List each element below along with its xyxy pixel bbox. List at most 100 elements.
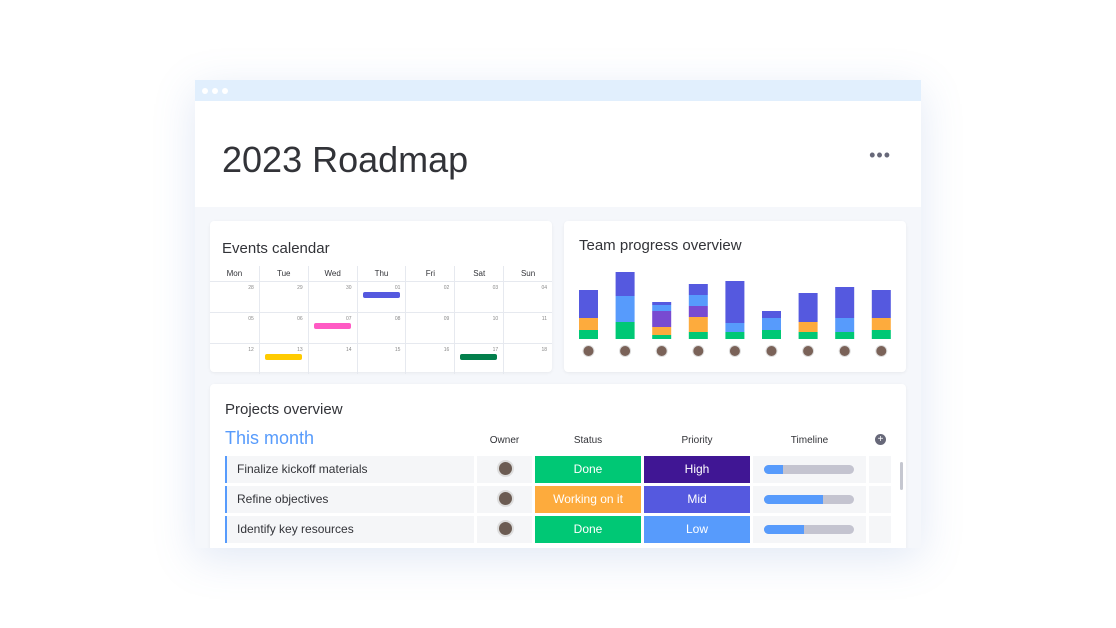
calendar-day-cell[interactable]: 13 bbox=[258, 343, 308, 374]
bar-segment[interactable] bbox=[871, 290, 891, 318]
calendar-day-cell[interactable]: 14 bbox=[307, 343, 357, 374]
calendar-event[interactable] bbox=[460, 354, 498, 360]
timeline-bar bbox=[764, 465, 854, 474]
column-header-priority[interactable]: Priority bbox=[644, 435, 750, 446]
calendar-day-cell[interactable]: 16 bbox=[405, 343, 455, 374]
date-number: 10 bbox=[492, 316, 499, 322]
bar-segment[interactable] bbox=[835, 318, 855, 332]
avatar[interactable] bbox=[875, 345, 888, 357]
bar-segment[interactable] bbox=[798, 332, 818, 339]
calendar-day-cell[interactable]: 06 bbox=[258, 312, 308, 343]
events-calendar-widget: Events calendar Mon Tue Wed Thu Fri Sat Sun 28 2… bbox=[210, 221, 552, 374]
status-cell[interactable]: Done bbox=[535, 456, 641, 483]
bar-segment[interactable] bbox=[725, 281, 745, 323]
add-column-icon[interactable]: + bbox=[875, 434, 886, 445]
bar-segment[interactable] bbox=[871, 318, 891, 330]
bar-segment[interactable] bbox=[579, 318, 598, 330]
calendar-day-cell[interactable]: 03 bbox=[454, 281, 504, 312]
avatar[interactable] bbox=[765, 345, 778, 357]
bar-segment[interactable] bbox=[798, 293, 818, 322]
column-header-status[interactable]: Status bbox=[535, 435, 641, 446]
calendar-event[interactable] bbox=[264, 354, 302, 360]
bar-segment[interactable] bbox=[798, 322, 818, 332]
status-cell[interactable]: Working on it bbox=[535, 486, 641, 513]
bar-segment[interactable] bbox=[762, 330, 781, 339]
priority-cell[interactable]: Mid bbox=[644, 486, 750, 513]
bar-segment[interactable] bbox=[835, 287, 855, 318]
avatar[interactable] bbox=[838, 345, 851, 357]
calendar-day-cell[interactable]: 18 bbox=[503, 343, 552, 374]
calendar-day-cell[interactable]: 12 bbox=[210, 343, 259, 374]
avatar[interactable] bbox=[692, 345, 705, 357]
calendar-day-cell[interactable]: 08 bbox=[356, 312, 406, 343]
bar-segment[interactable] bbox=[579, 290, 598, 318]
timeline-cell[interactable] bbox=[753, 516, 866, 543]
calendar-day-cell[interactable]: 28 bbox=[210, 281, 259, 312]
timeline-cell[interactable] bbox=[753, 486, 866, 513]
bar-segment[interactable] bbox=[615, 272, 635, 296]
calendar-day-cell[interactable]: 15 bbox=[356, 343, 406, 374]
bar-segment[interactable] bbox=[871, 330, 891, 339]
calendar-day-cell[interactable]: 05 bbox=[210, 312, 259, 343]
window-titlebar bbox=[195, 80, 921, 101]
avatar[interactable] bbox=[802, 345, 815, 357]
calendar-grid: Mon Tue Wed Thu Fri Sat Sun 28 29 30 01 02 03 04 05 06 0… bbox=[210, 266, 552, 374]
bar-segment[interactable] bbox=[652, 335, 672, 339]
calendar-day-cell[interactable]: 30 bbox=[307, 281, 357, 312]
item-name[interactable]: Identify key resources bbox=[225, 516, 474, 543]
empty-cell[interactable] bbox=[869, 456, 891, 483]
bar-segment[interactable] bbox=[652, 311, 672, 327]
calendar-day-cell[interactable]: 10 bbox=[454, 312, 504, 343]
calendar-day-cell[interactable]: 09 bbox=[405, 312, 455, 343]
date-number: 03 bbox=[492, 285, 499, 291]
bar-segment[interactable] bbox=[615, 322, 635, 339]
scrollbar[interactable] bbox=[900, 462, 903, 490]
owner-cell[interactable] bbox=[477, 516, 532, 543]
avatar[interactable] bbox=[728, 345, 741, 357]
avatar[interactable] bbox=[619, 345, 632, 357]
status-cell[interactable]: Done bbox=[535, 516, 641, 543]
priority-cell[interactable]: High bbox=[644, 456, 750, 483]
item-name[interactable]: Finalize kickoff materials bbox=[225, 456, 474, 483]
calendar-day-cell[interactable]: 02 bbox=[405, 281, 455, 312]
group-title[interactable]: This month bbox=[225, 428, 314, 449]
bar-segment[interactable] bbox=[762, 318, 781, 330]
priority-cell[interactable]: Low bbox=[644, 516, 750, 543]
bar-segment[interactable] bbox=[688, 295, 708, 306]
owner-cell[interactable] bbox=[477, 456, 532, 483]
bar-segment[interactable] bbox=[615, 296, 635, 322]
calendar-day-cell[interactable]: 11 bbox=[503, 312, 552, 343]
bar-segment[interactable] bbox=[725, 323, 745, 332]
bar-segment[interactable] bbox=[725, 332, 745, 339]
column-header-owner[interactable]: Owner bbox=[477, 435, 532, 446]
empty-cell[interactable] bbox=[869, 516, 891, 543]
timeline-cell[interactable] bbox=[753, 456, 866, 483]
bar-segment[interactable] bbox=[762, 311, 781, 318]
avatar[interactable] bbox=[655, 345, 668, 357]
bar-segment[interactable] bbox=[688, 317, 708, 332]
empty-cell[interactable] bbox=[869, 486, 891, 513]
owner-cell[interactable] bbox=[477, 486, 532, 513]
column-header-timeline[interactable]: Timeline bbox=[753, 435, 866, 446]
bar-segment[interactable] bbox=[835, 332, 855, 339]
calendar-day-cell[interactable]: 17 bbox=[454, 343, 504, 374]
bar-segment[interactable] bbox=[579, 330, 598, 339]
calendar-day-cell[interactable]: 07 bbox=[307, 312, 357, 343]
bar-segment[interactable] bbox=[688, 306, 708, 317]
bar-segment[interactable] bbox=[652, 305, 672, 311]
bar-segment[interactable] bbox=[652, 327, 672, 335]
calendar-event[interactable] bbox=[362, 292, 400, 298]
calendar-event[interactable] bbox=[313, 323, 351, 329]
ellipsis-icon[interactable]: ••• bbox=[869, 145, 891, 166]
bar-segment[interactable] bbox=[652, 302, 672, 305]
item-name[interactable]: Refine objectives bbox=[225, 486, 474, 513]
bar-segment[interactable] bbox=[688, 332, 708, 339]
bar-segment[interactable] bbox=[688, 284, 708, 295]
calendar-day-cell[interactable]: 04 bbox=[503, 281, 552, 312]
window-dot bbox=[202, 87, 208, 94]
calendar-day-cell[interactable]: 29 bbox=[258, 281, 308, 312]
calendar-day-cell[interactable]: 01 bbox=[356, 281, 406, 312]
date-number: 07 bbox=[346, 316, 352, 322]
day-header: Sat bbox=[454, 266, 503, 281]
avatar[interactable] bbox=[582, 345, 595, 357]
